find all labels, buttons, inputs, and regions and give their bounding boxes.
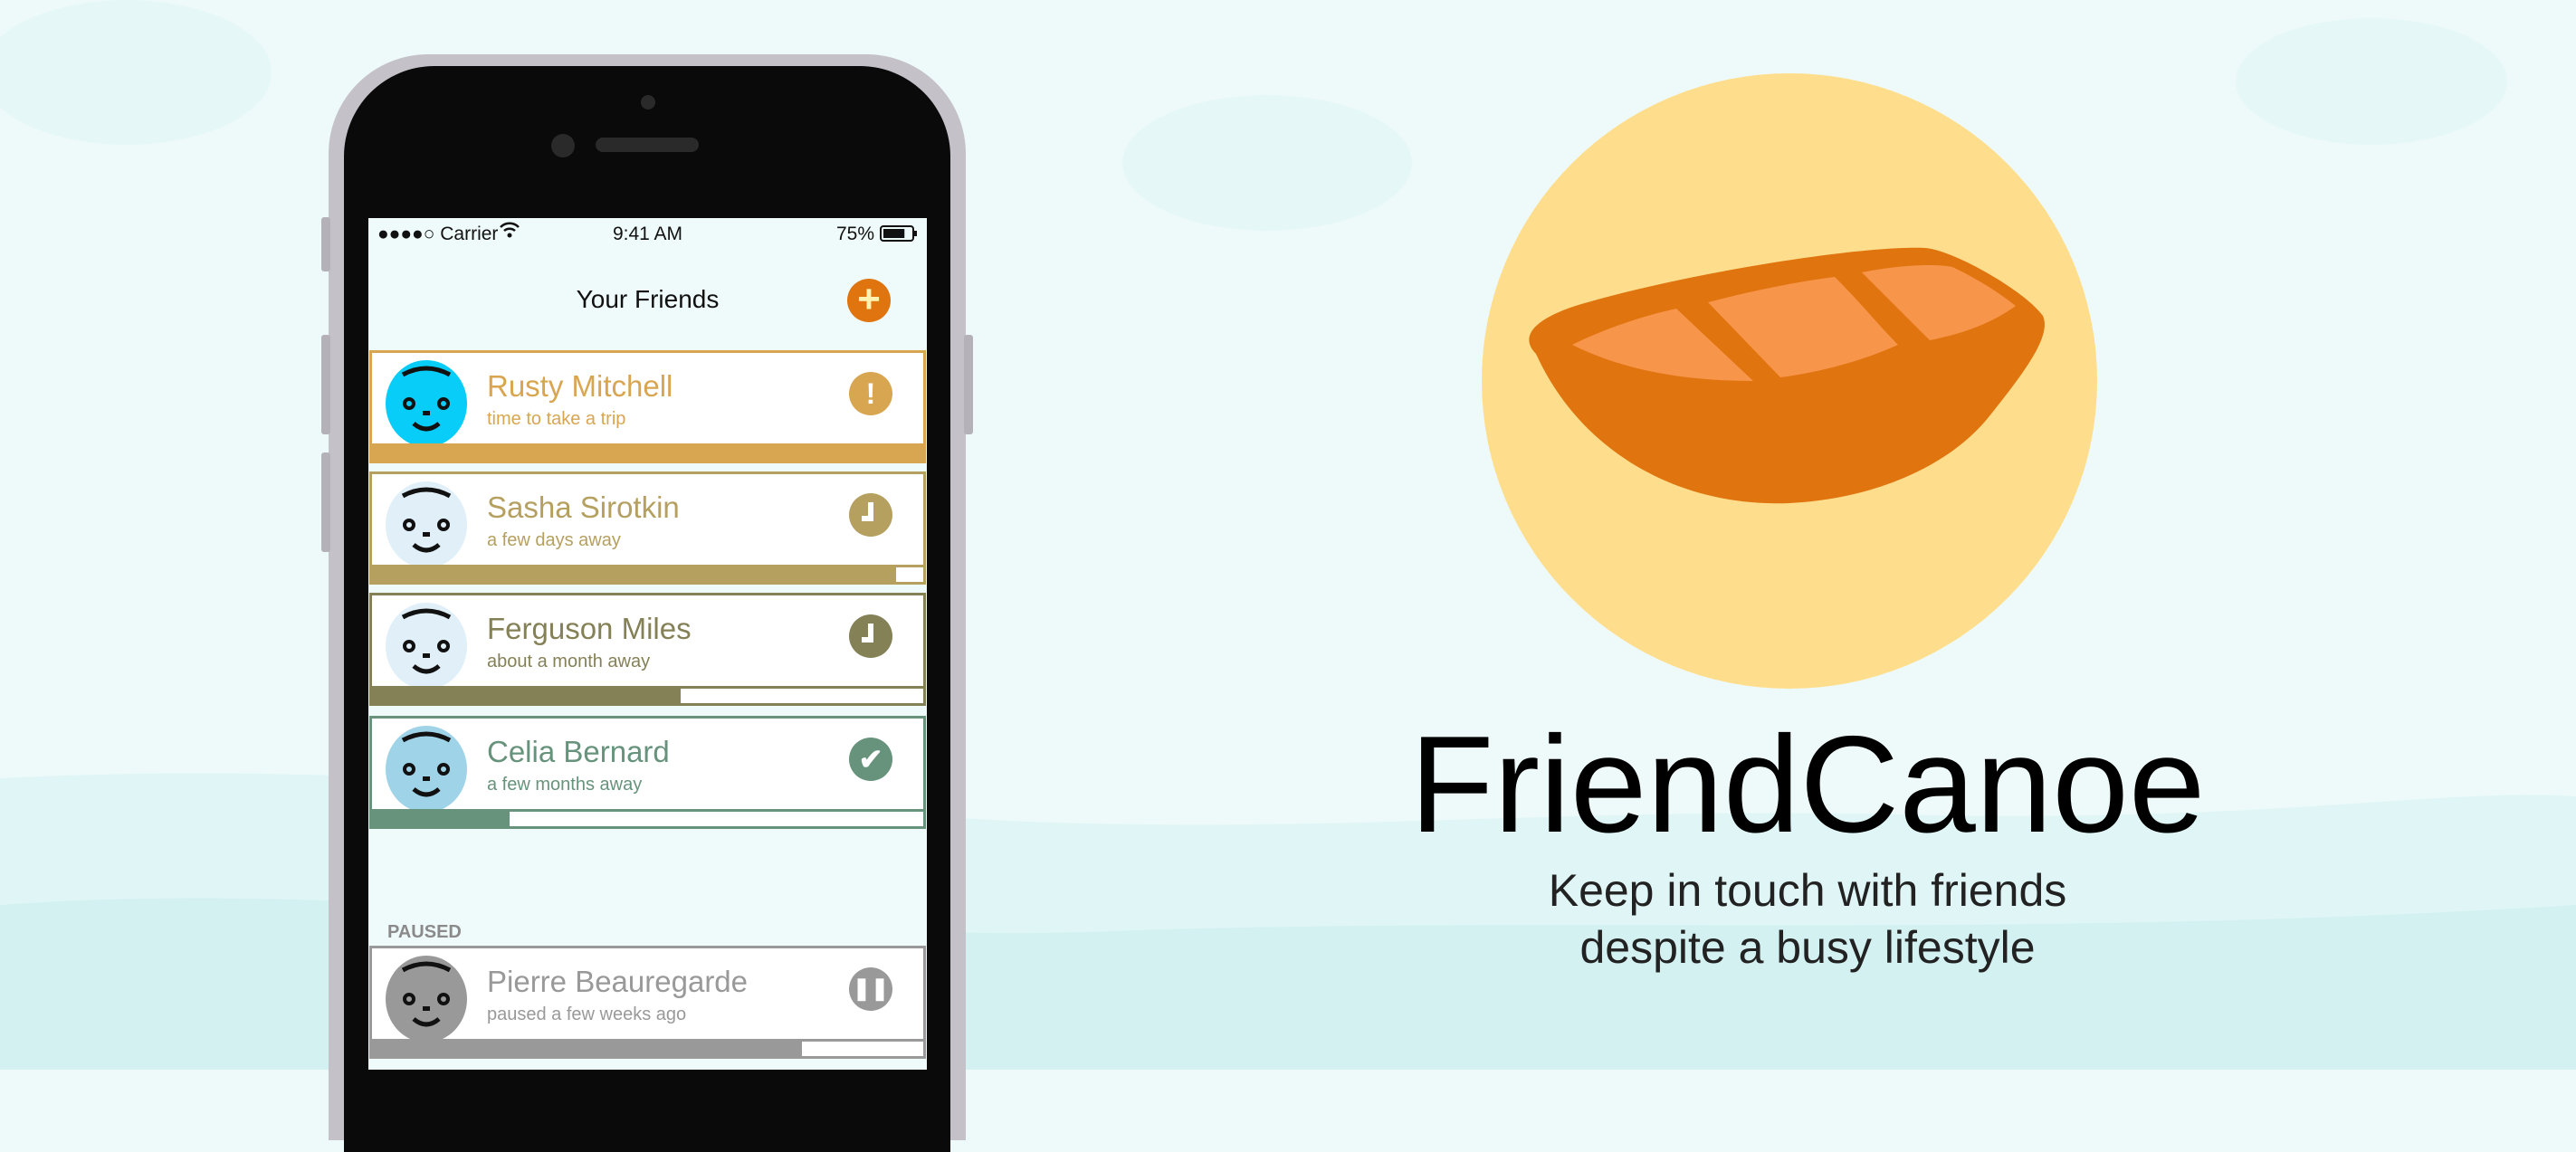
avatar <box>386 360 467 447</box>
app-logo <box>1482 73 2097 689</box>
tagline-line-2: despite a busy lifestyle <box>1579 922 2036 973</box>
friend-card[interactable]: Rusty Mitchell time to take a trip ! <box>369 350 926 463</box>
friend-status: a few months away <box>487 775 643 795</box>
friend-card[interactable]: Sasha Sirotkin a few days away <box>369 471 926 585</box>
app-screen: ●●●●○ Carrier 9:41 AM 75% Your Friends +… <box>368 218 927 1070</box>
paused-section-header: PAUSED <box>387 922 462 942</box>
friend-name: Ferguson Miles <box>487 612 692 645</box>
friend-name: Celia Bernard <box>487 735 670 768</box>
progress-bar <box>369 809 926 829</box>
check-icon[interactable]: ✔ <box>849 738 892 781</box>
battery-icon <box>880 225 918 247</box>
progress-bar <box>369 443 926 463</box>
tagline-line-1: Keep in touch with friends <box>1548 865 2067 916</box>
friend-status: time to take a trip <box>487 409 626 429</box>
battery-percent: 75% <box>835 224 874 244</box>
friend-status: a few days away <box>487 530 621 550</box>
avatar <box>386 603 467 690</box>
friend-name: Sasha Sirotkin <box>487 490 680 524</box>
clock-icon[interactable] <box>849 493 892 537</box>
friend-card[interactable]: Pierre Beauregarde paused a few weeks ag… <box>369 946 926 1059</box>
app-name: FriendCanoe <box>1409 708 2206 862</box>
friend-card[interactable]: Ferguson Miles about a month away <box>369 593 926 706</box>
clock-icon[interactable] <box>849 614 892 658</box>
progress-bar <box>369 565 926 585</box>
progress-bar <box>369 686 926 706</box>
add-friend-button[interactable]: + <box>847 279 891 322</box>
friend-status: about a month away <box>487 652 651 671</box>
plus-icon: + <box>857 277 881 321</box>
friend-name: Pierre Beauregarde <box>487 965 749 998</box>
avatar <box>386 956 467 1043</box>
camera <box>551 134 575 157</box>
pause-icon[interactable]: ❚❚ <box>849 967 892 1011</box>
speaker <box>596 138 699 152</box>
progress-bar <box>369 1039 926 1059</box>
canoe-icon <box>1529 247 2045 504</box>
exclamation-icon[interactable]: ! <box>849 372 892 415</box>
avatar <box>386 481 467 568</box>
page-title: Your Friends <box>576 285 720 313</box>
friend-card[interactable]: Celia Bernard a few months away ✔ <box>369 716 926 829</box>
status-bar: ●●●●○ Carrier 9:41 AM 75% <box>368 218 927 251</box>
avatar <box>386 726 467 813</box>
friend-status: paused a few weeks ago <box>487 1004 687 1024</box>
friend-name: Rusty Mitchell <box>487 369 673 403</box>
